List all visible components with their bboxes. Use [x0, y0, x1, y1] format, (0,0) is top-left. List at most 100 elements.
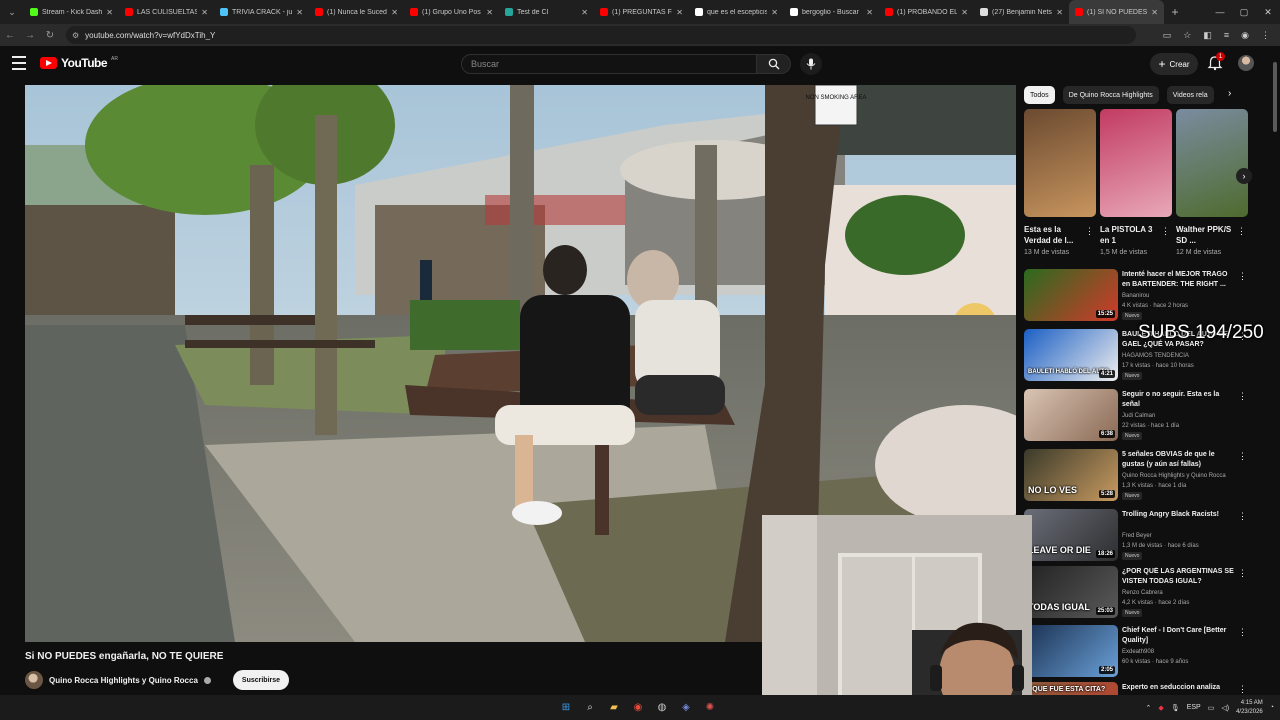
- page-scrollbar[interactable]: [1272, 56, 1278, 686]
- video-title[interactable]: ¿POR QUÉ LAS ARGENTINAS SE VISTEN TODAS …: [1122, 567, 1234, 587]
- tab-close-icon[interactable]: ✕: [961, 8, 968, 17]
- tab-close-icon[interactable]: ✕: [391, 8, 398, 17]
- tab-close-icon[interactable]: ✕: [106, 8, 113, 17]
- more-options-icon[interactable]: ⋮: [1238, 511, 1247, 522]
- more-options-icon[interactable]: ⋮: [1238, 391, 1247, 402]
- tab-close-icon[interactable]: ✕: [581, 8, 588, 17]
- extensions-icon[interactable]: ◧: [1203, 30, 1212, 41]
- video-channel[interactable]: Judi Calman: [1122, 413, 1155, 419]
- chrome-icon[interactable]: ◉: [629, 698, 647, 716]
- language-indicator[interactable]: ESP: [1187, 704, 1201, 711]
- bookmark-star-icon[interactable]: ☆: [1183, 30, 1191, 41]
- profile-icon[interactable]: ◉: [1241, 30, 1249, 41]
- volume-icon[interactable]: ◁): [1221, 704, 1229, 712]
- short-title[interactable]: Esta es la Verdad de l...: [1024, 224, 1084, 246]
- tab-close-icon[interactable]: ✕: [866, 8, 873, 17]
- minimize-icon[interactable]: —: [1208, 0, 1232, 24]
- more-options-icon[interactable]: ⋮: [1238, 568, 1247, 579]
- video-thumbnail[interactable]: 6:38: [1024, 389, 1118, 441]
- recommended-video[interactable]: NO LO VES 5:28 5 señales OBVIAS de que le …: [1024, 449, 1254, 505]
- browser-tab[interactable]: bergoglio - Buscar ✕: [784, 0, 879, 24]
- video-title[interactable]: Trolling Angry Black Racists!: [1122, 510, 1234, 520]
- hamburger-menu-icon[interactable]: [12, 56, 26, 70]
- microphone-tray-icon[interactable]: 🎙: [1171, 704, 1180, 712]
- browser-tab[interactable]: Test de CI ✕: [499, 0, 594, 24]
- youtube-logo[interactable]: YouTube AR: [40, 56, 118, 70]
- shorts-next-icon[interactable]: ›: [1236, 168, 1252, 184]
- video-thumbnail[interactable]: NO LO VES 5:28: [1024, 449, 1118, 501]
- short-card[interactable]: Esta es la Verdad de l... 13 M de vistas ⋮: [1024, 109, 1096, 256]
- cast-icon[interactable]: ▭: [1163, 30, 1172, 41]
- video-thumbnail[interactable]: ¿QUE FUE ESTA CITA?: [1024, 682, 1118, 695]
- tab-close-icon[interactable]: ✕: [1056, 8, 1063, 17]
- short-thumbnail[interactable]: [1024, 109, 1096, 217]
- channel-avatar[interactable]: [25, 671, 43, 689]
- video-thumbnail[interactable]: LEAVE OR DIE 18:26: [1024, 509, 1118, 561]
- tab-close-icon[interactable]: ✕: [296, 8, 303, 17]
- browser-tab[interactable]: que es el escepticis ✕: [689, 0, 784, 24]
- close-window-icon[interactable]: ✕: [1256, 0, 1280, 24]
- url-field[interactable]: ⚙ youtube.com/watch?v=wfYdDxTih_Y: [66, 26, 1136, 44]
- notification-center-icon[interactable]: ◔: [1270, 704, 1274, 711]
- browser-tab[interactable]: (1) Grupo Uno Pos ✕: [404, 0, 499, 24]
- video-thumbnail[interactable]: 15:25: [1024, 269, 1118, 321]
- video-channel[interactable]: Renzo Cabrera: [1122, 590, 1163, 596]
- short-thumbnail[interactable]: [1176, 109, 1248, 217]
- recommended-video[interactable]: ¿QUE FUE ESTA CITA? Experto en seduccion …: [1024, 682, 1254, 695]
- tab-close-icon[interactable]: ✕: [486, 8, 493, 17]
- tab-close-icon[interactable]: ✕: [676, 8, 683, 17]
- filter-chip[interactable]: Videos rela: [1166, 86, 1214, 104]
- filter-chip[interactable]: Todos: [1024, 86, 1055, 104]
- browser-menu-icon[interactable]: ⋮: [1261, 30, 1270, 41]
- tab-search-icon[interactable]: ⌄: [0, 0, 24, 24]
- more-options-icon[interactable]: ⋮: [1237, 226, 1246, 237]
- video-channel[interactable]: Bananirou: [1122, 293, 1149, 299]
- clock[interactable]: 4:15 AM 4/23/2026: [1236, 699, 1263, 717]
- more-options-icon[interactable]: ⋮: [1161, 226, 1170, 237]
- search-icon[interactable]: ⌕: [581, 698, 599, 716]
- more-options-icon[interactable]: ⋮: [1238, 627, 1247, 638]
- more-options-icon[interactable]: ⋮: [1238, 451, 1247, 462]
- recommended-video[interactable]: 6:38 Seguir o no seguir. Esta es la señal…: [1024, 389, 1254, 445]
- browser-tab[interactable]: LAS CULISUELTAS ✕: [119, 0, 214, 24]
- recommended-video[interactable]: TODAS IGUAL 25:03 ¿POR QUÉ LAS ARGENTINAS …: [1024, 566, 1254, 622]
- video-channel[interactable]: Fred Beyer: [1122, 533, 1152, 539]
- account-avatar[interactable]: [1238, 55, 1254, 71]
- site-info-icon[interactable]: ⚙: [72, 31, 79, 40]
- recommended-video[interactable]: 2:05 Chief Keef - I Don't Care [Better Qu…: [1024, 625, 1254, 681]
- more-options-icon[interactable]: ⋮: [1238, 684, 1247, 695]
- video-channel[interactable]: Quino Rocca Highlights y Quino Rocca: [1122, 473, 1226, 479]
- show-hidden-icons-icon[interactable]: ⌃: [1146, 704, 1152, 712]
- voice-search-button[interactable]: [800, 53, 822, 75]
- browser-tab[interactable]: (1) PREGUNTAS FÁ ✕: [594, 0, 689, 24]
- browser-tab[interactable]: (1) PROBANDO EL ✕: [879, 0, 974, 24]
- short-title[interactable]: La PISTOLA 3 en 1: [1100, 224, 1160, 246]
- network-icon[interactable]: ▭: [1208, 704, 1215, 712]
- app-icon[interactable]: ✺: [701, 698, 719, 716]
- chips-next-icon[interactable]: ›: [1228, 88, 1231, 99]
- video-title[interactable]: Seguir o no seguir. Esta es la señal: [1122, 390, 1234, 410]
- search-button[interactable]: [757, 54, 791, 74]
- filter-chip[interactable]: De Quino Rocca Highlights: [1062, 86, 1159, 104]
- maximize-icon[interactable]: ▢: [1232, 0, 1256, 24]
- recommended-video[interactable]: LEAVE OR DIE 18:26 Trolling Angry Black Ra…: [1024, 509, 1254, 565]
- video-channel[interactable]: HAGAMOS TENDENCIA: [1122, 353, 1189, 359]
- back-icon[interactable]: ←: [0, 24, 20, 46]
- windows-start-icon[interactable]: ⊞: [557, 698, 575, 716]
- video-thumbnail[interactable]: 2:05: [1024, 625, 1118, 677]
- video-channel[interactable]: Exdeath908: [1122, 649, 1154, 655]
- browser-tab[interactable]: Stream - Kick Dash ✕: [24, 0, 119, 24]
- browser-tab[interactable]: (1) Nunca le Suced ✕: [309, 0, 404, 24]
- video-title[interactable]: Intenté hacer el MEJOR TRAGO en BARTENDE…: [1122, 270, 1234, 290]
- tab-close-icon[interactable]: ✕: [771, 8, 778, 17]
- browser-tab[interactable]: (27) Benjamin Nets ✕: [974, 0, 1069, 24]
- file-explorer-icon[interactable]: ▰: [605, 698, 623, 716]
- tab-close-icon[interactable]: ✕: [201, 8, 208, 17]
- browser-tab[interactable]: (1) SI NO PUEDES ✕: [1069, 0, 1164, 24]
- tray-app-icon[interactable]: ◆: [1158, 704, 1163, 712]
- video-title[interactable]: Experto en seduccion analiza: [1122, 683, 1234, 693]
- media-controls-icon[interactable]: ≡: [1224, 30, 1229, 40]
- video-title[interactable]: 5 señales OBVIAS de que le gustas (y aún…: [1122, 450, 1234, 470]
- video-thumbnail[interactable]: BAULETI HABLÓ DEL AUTO 4:21: [1024, 329, 1118, 381]
- search-input[interactable]: Buscar: [461, 54, 757, 74]
